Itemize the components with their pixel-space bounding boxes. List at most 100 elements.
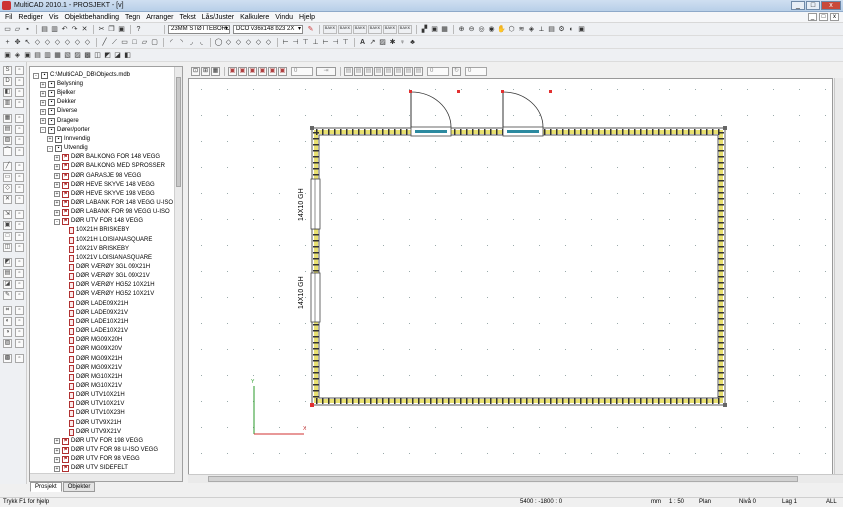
- tree-item[interactable]: DØR UTV10X21H: [61, 391, 125, 400]
- mdi-close-button[interactable]: x: [830, 13, 839, 21]
- tree-vertical-scrollbar[interactable]: [174, 67, 182, 481]
- tree-item[interactable]: DØR UTV9X21H: [61, 419, 121, 428]
- stairs-icon[interactable]: ▞: [420, 25, 429, 34]
- circle-4-icon[interactable]: ◇: [244, 38, 253, 47]
- align-2-icon[interactable]: ▣: [238, 66, 247, 76]
- object-3-icon[interactable]: ▣: [23, 51, 32, 60]
- tree-item[interactable]: + ⚑ DØR GARASJE 98 VEGG: [54, 172, 141, 181]
- square-icon[interactable]: □: [130, 38, 139, 47]
- paste-icon[interactable]: ▣: [117, 25, 126, 34]
- left-tool-9-0-icon[interactable]: ▭: [3, 173, 12, 182]
- tree-item[interactable]: + ▪ Dragere: [40, 117, 79, 126]
- close-button[interactable]: x: [821, 1, 841, 10]
- align-6-icon[interactable]: ▣: [278, 66, 287, 76]
- tree-item[interactable]: + ▪ Belysning: [40, 80, 83, 89]
- tree-item[interactable]: DØR MG09X20V: [61, 345, 122, 354]
- tree-item[interactable]: DØR MG10X21V: [61, 382, 122, 391]
- align-5-icon[interactable]: ▣: [268, 66, 277, 76]
- arrow-icon[interactable]: ↖: [23, 38, 32, 47]
- expand-icon[interactable]: +: [54, 456, 60, 463]
- menu-3[interactable]: Objektbehandling: [62, 14, 123, 21]
- camera-icon[interactable]: ▣: [577, 25, 586, 34]
- new-file-icon[interactable]: ▭: [3, 25, 12, 34]
- tree-item[interactable]: DØR VÆRØY HG52 10X21H: [61, 281, 155, 290]
- menu-9[interactable]: Vindu: [272, 14, 296, 21]
- left-tool-18-1-icon[interactable]: ▫: [15, 280, 24, 289]
- tree-item[interactable]: DØR UTV10X23H: [61, 409, 125, 418]
- tab-objekter[interactable]: Objekter: [62, 482, 96, 492]
- rotate-icon[interactable]: ↻: [452, 66, 461, 76]
- tab-prosjekt[interactable]: Prosjekt: [30, 482, 62, 492]
- expand-icon[interactable]: +: [54, 191, 60, 198]
- left-tool-13-0-icon[interactable]: ▣: [3, 221, 12, 230]
- menu-5[interactable]: Arranger: [143, 14, 176, 21]
- left-tool-20-1-icon[interactable]: ▫: [15, 306, 24, 315]
- dist-6-icon[interactable]: ▤: [394, 66, 403, 76]
- left-tool-11-0-icon[interactable]: ✕: [3, 195, 12, 204]
- left-tool-14-0-icon[interactable]: □: [3, 232, 12, 241]
- dimension-1-icon[interactable]: ⊢: [281, 38, 290, 47]
- snap-diamond-5-icon[interactable]: ◇: [73, 38, 82, 47]
- pan-hand-icon[interactable]: ✋: [497, 25, 506, 34]
- dimension-7-icon[interactable]: ⊤: [341, 38, 350, 47]
- dist-7-icon[interactable]: ▤: [404, 66, 413, 76]
- polyline-icon[interactable]: ⟋: [110, 38, 119, 47]
- object-4-icon[interactable]: ▤: [33, 51, 42, 60]
- tree-item[interactable]: - ▪ Dører/porter: [40, 126, 90, 135]
- dist-3-icon[interactable]: ▤: [364, 66, 373, 76]
- tree-item[interactable]: + ⚑ DØR UTV SIDEFELT: [54, 464, 128, 473]
- left-tool-20-0-icon[interactable]: ⌗: [3, 306, 12, 315]
- print-preview-icon[interactable]: ▥: [50, 25, 59, 34]
- pen-icon[interactable]: ✎: [306, 25, 315, 34]
- expand-icon[interactable]: +: [54, 173, 60, 179]
- circle-1-icon[interactable]: ◯: [214, 38, 223, 47]
- circle-5-icon[interactable]: ◇: [254, 38, 263, 47]
- tree-item[interactable]: 10X21V BRISKEBY: [61, 245, 129, 254]
- tree-item[interactable]: 10X21H LOISIANASQUARE: [61, 236, 152, 245]
- circle-6-icon[interactable]: ◇: [264, 38, 273, 47]
- left-tool-2-1-icon[interactable]: ▫: [15, 88, 24, 97]
- arc-3-icon[interactable]: ◞: [187, 38, 196, 47]
- settings-icon[interactable]: ⚙: [557, 25, 566, 34]
- offset-toggle-icon[interactable]: ⇥: [316, 66, 336, 76]
- collapse-icon[interactable]: -: [33, 72, 39, 79]
- collapse-icon[interactable]: -: [47, 145, 53, 152]
- tree-item[interactable]: + ⚑ DØR HEVE SKYVE 198 VEGG: [54, 190, 155, 199]
- left-tool-19-1-icon[interactable]: ▫: [15, 291, 24, 300]
- expand-icon[interactable]: +: [54, 209, 60, 216]
- left-tool-5-1-icon[interactable]: ▫: [15, 125, 24, 134]
- tree-item[interactable]: DØR MG09X21V: [61, 364, 122, 373]
- arc-4-icon[interactable]: ◟: [197, 38, 206, 47]
- tree-item[interactable]: DØR LADE09X21H: [61, 300, 128, 309]
- left-tool-15-1-icon[interactable]: ▫: [15, 243, 24, 252]
- left-tool-23-0-icon[interactable]: ▨: [3, 339, 12, 348]
- snap-diamond-3-icon[interactable]: ◇: [53, 38, 62, 47]
- properties-icon[interactable]: ▤: [547, 25, 556, 34]
- object-2-icon[interactable]: ◈: [13, 51, 22, 60]
- expand-icon[interactable]: +: [54, 438, 60, 445]
- tree-item[interactable]: DØR VÆRØY 3GL 09X21H: [61, 263, 150, 272]
- object-13-icon[interactable]: ◧: [123, 51, 132, 60]
- mini-layer-2[interactable]: BAKK: [338, 24, 352, 34]
- offset-field-3[interactable]: 0: [465, 66, 487, 76]
- menu-6[interactable]: Tekst: [176, 14, 198, 21]
- arc-2-icon[interactable]: ◝: [177, 38, 186, 47]
- left-tool-17-1-icon[interactable]: ▫: [15, 269, 24, 278]
- move-icon[interactable]: ✥: [13, 38, 22, 47]
- align-1-icon[interactable]: ▣: [228, 66, 237, 76]
- object-7-icon[interactable]: ▧: [63, 51, 72, 60]
- text-icon[interactable]: A: [358, 38, 367, 47]
- expand-icon[interactable]: +: [54, 154, 60, 161]
- left-tool-3-1-icon[interactable]: ▫: [15, 99, 24, 108]
- tree-item[interactable]: DØR UTV9X21V: [61, 428, 121, 437]
- left-tool-1-0-icon[interactable]: D: [3, 77, 12, 86]
- tree-icon[interactable]: ♣: [408, 38, 417, 47]
- dist-2-icon[interactable]: ▤: [354, 66, 363, 76]
- tree-item[interactable]: DØR MG10X21H: [61, 373, 122, 382]
- object-9-icon[interactable]: ▩: [83, 51, 92, 60]
- left-tool-10-1-icon[interactable]: ▫: [15, 184, 24, 193]
- tree-item[interactable]: DØR VÆRØY HG52 10X21V: [61, 290, 154, 299]
- menu-10[interactable]: Hjelp: [296, 14, 318, 21]
- snap-diamond-4-icon[interactable]: ◇: [63, 38, 72, 47]
- left-tool-16-1-icon[interactable]: ▫: [15, 258, 24, 267]
